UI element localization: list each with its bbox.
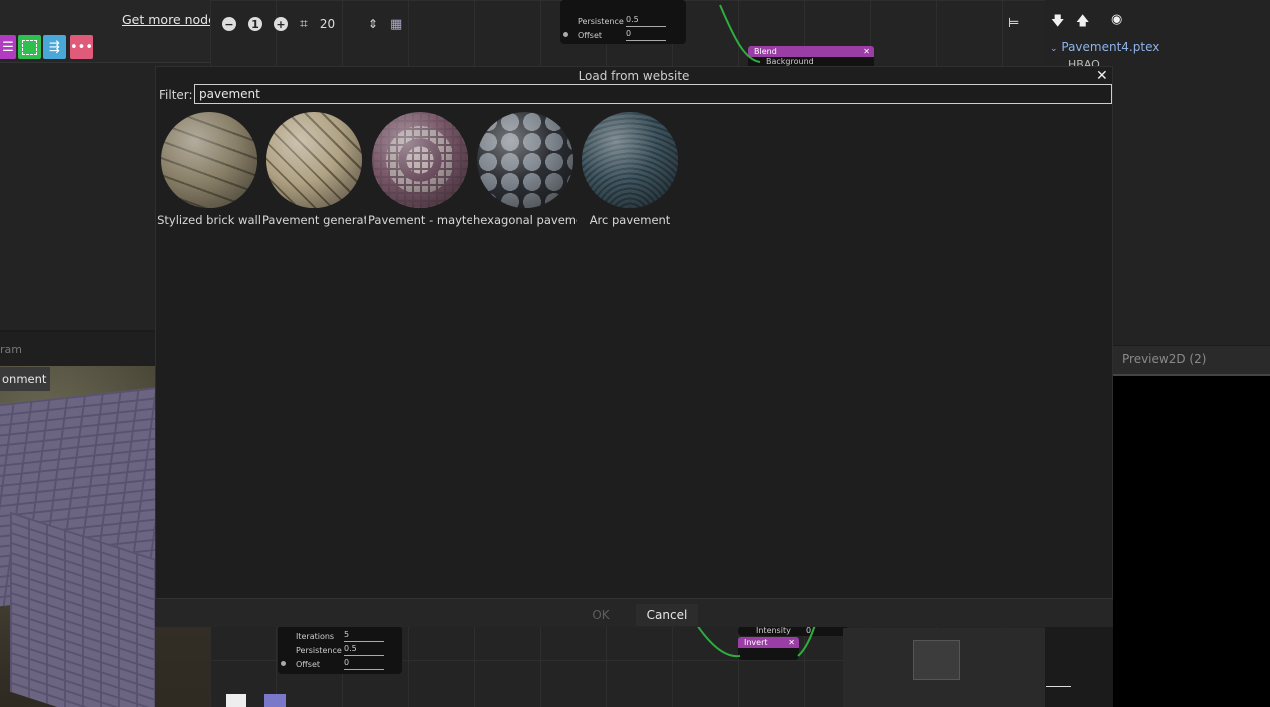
get-more-nodes-link[interactable]: Get more nodes (122, 12, 222, 27)
pavement-mayter-thumbnail (372, 112, 468, 208)
node-param-row: Persistence 0.5 (278, 643, 402, 657)
param-label: Offset (578, 30, 603, 40)
material-item[interactable]: Stylized brick wall (157, 112, 261, 227)
ok-button[interactable]: OK (570, 604, 632, 626)
param-value[interactable]: 0 (344, 658, 384, 670)
tab-3d-label[interactable]: ram (0, 343, 22, 356)
grid-size-value[interactable]: 20 (320, 17, 356, 31)
divider (1046, 686, 1071, 687)
param-value[interactable]: 0 (626, 29, 666, 41)
more-icon[interactable]: ••• (70, 35, 93, 59)
zoom-reset-icon[interactable]: 1 (248, 17, 262, 31)
material-label: Stylized brick wall (157, 213, 261, 227)
chevron-down-icon[interactable]: ⌄ (1050, 44, 1058, 54)
zoom-out-icon[interactable]: − (222, 17, 236, 31)
port-icon[interactable] (281, 661, 286, 666)
cancel-button[interactable]: Cancel (636, 604, 698, 626)
minimap-viewport[interactable] (913, 640, 960, 680)
param-label: Iterations (296, 631, 335, 641)
node-param-row: Persistence 0.5 (560, 14, 686, 28)
preview2d-viewport[interactable] (1046, 376, 1270, 707)
connection-wire (719, 4, 761, 63)
node-param-row: Offset 0 (560, 28, 686, 42)
material-label: Pavement - mayter (368, 213, 472, 227)
param-label: Persistence (296, 645, 342, 655)
routing-icon[interactable]: ⇶ (43, 35, 66, 59)
spinner-arrows-icon[interactable]: ⇕ (368, 17, 378, 31)
node-close-icon[interactable]: ✕ (863, 46, 870, 57)
node-param-row: Offset 0 (278, 657, 402, 671)
eye-icon[interactable]: ◉ (1111, 12, 1122, 27)
zoom-in-icon[interactable]: + (274, 17, 288, 31)
preview3d-viewport[interactable] (0, 366, 155, 707)
cube-tool-icon[interactable] (264, 694, 286, 707)
param-label: Persistence (578, 16, 624, 26)
stylized-brick-wall-thumbnail (161, 112, 257, 208)
tab-preview2d-label: Preview2D (2) (1122, 352, 1207, 366)
selection-icon[interactable] (18, 35, 41, 59)
selection-box-shape (22, 39, 37, 55)
tree-item-label: Pavement4.ptex (1061, 40, 1160, 54)
param-label: Offset (296, 659, 321, 669)
arc-pavement-thumbnail (582, 112, 678, 208)
grid-icon[interactable]: ▦ (390, 17, 402, 32)
material-item[interactable]: Pavement - mayter (368, 112, 472, 227)
port-icon[interactable] (563, 32, 568, 37)
material-item[interactable]: Pavement generat (262, 112, 366, 227)
param-value[interactable]: 0.5 (344, 644, 384, 656)
tree-item-pavement4[interactable]: ⌄ Pavement4.ptex (1050, 40, 1159, 54)
material-label: Arc pavement (589, 213, 671, 227)
dialog-title: Load from website (578, 69, 690, 83)
grid-snap-icon[interactable]: ⌗ (300, 16, 308, 32)
dialog-footer (155, 598, 1113, 627)
node-param-row: Iterations 5 (278, 629, 402, 643)
perlin-node-bottom[interactable]: Iterations 5 Persistence 0.5 Offset 0 (278, 626, 402, 674)
arrow-up-icon[interactable]: 🡅 (1076, 12, 1089, 34)
hexagonal-pavement-thumbnail (477, 112, 573, 208)
brick-tool-icon[interactable] (226, 694, 246, 707)
arrow-down-icon[interactable]: 🡇 (1051, 12, 1064, 34)
pavement-generator-thumbnail (266, 112, 362, 208)
param-value[interactable]: 0.5 (626, 15, 666, 27)
material-label: hexagonal paveme (473, 213, 577, 227)
filter-label: Filter: (159, 88, 193, 102)
param-value[interactable]: 5 (344, 630, 384, 642)
material-label: Pavement generat (262, 213, 366, 227)
material-item[interactable]: hexagonal paveme (473, 112, 577, 227)
graph-toolbar: − 1 + ⌗ 20 ⇕ ▦ (222, 10, 402, 38)
layout-icon[interactable]: ⊨ (1008, 16, 1019, 31)
graph-minimap[interactable] (843, 628, 1045, 707)
filter-input[interactable] (194, 84, 1112, 104)
perlin-node-top[interactable]: Persistence 0.5 Offset 0 (560, 0, 686, 44)
environment-button[interactable]: onment (0, 367, 50, 391)
close-icon[interactable]: ✕ (1096, 66, 1108, 86)
material-item[interactable]: Arc pavement (578, 112, 682, 227)
sliders-icon[interactable]: ☰ (0, 35, 16, 59)
